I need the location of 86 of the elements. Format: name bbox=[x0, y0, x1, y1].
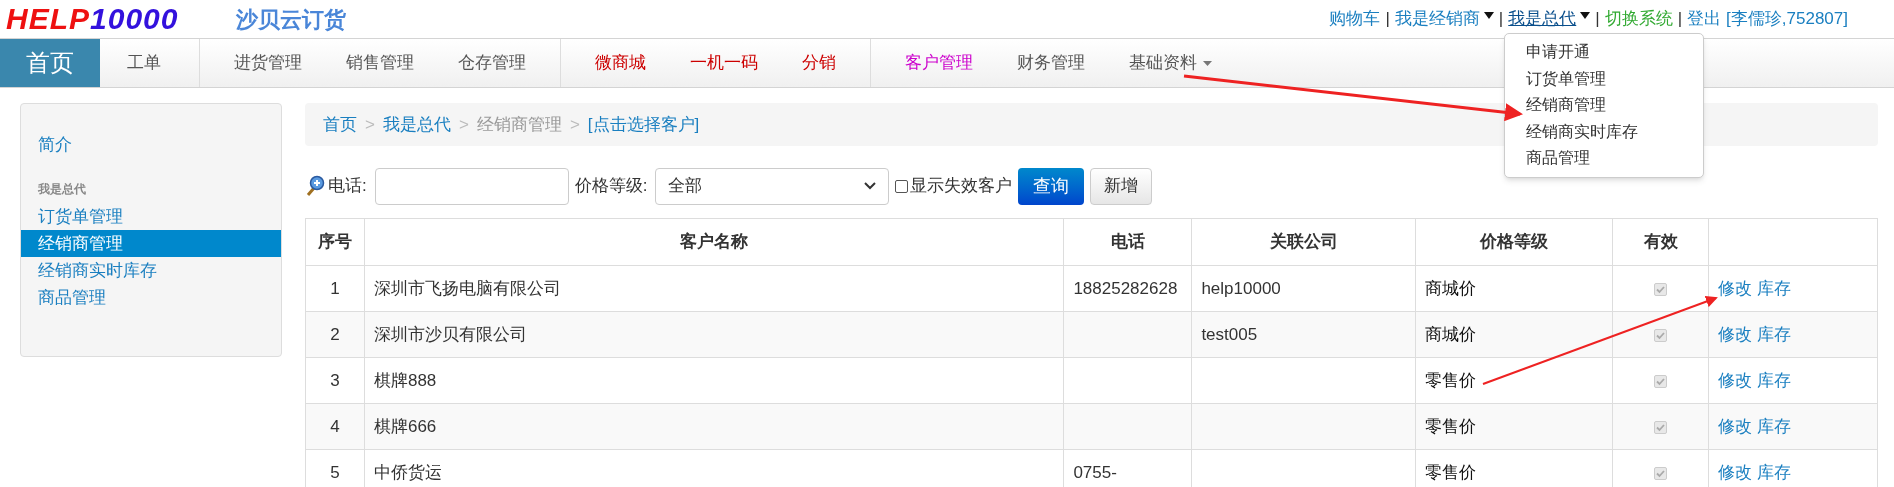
sidebar-item[interactable]: 商品管理 bbox=[21, 284, 281, 311]
table-cell: 棋牌666 bbox=[373, 416, 437, 436]
action-link[interactable]: 修改 bbox=[1718, 416, 1753, 436]
add-button[interactable]: 新增 bbox=[1090, 167, 1153, 205]
nav-tab[interactable]: 财务管理 bbox=[995, 39, 1107, 87]
checkbox-label: 显示失效客户 bbox=[910, 175, 1013, 198]
action-link[interactable]: 修改 bbox=[1718, 462, 1753, 482]
separator: | bbox=[1498, 8, 1504, 31]
action-link[interactable]: 修改 bbox=[1718, 278, 1753, 298]
separator: | bbox=[1385, 8, 1390, 31]
menu-item[interactable]: 商品管理 bbox=[1505, 145, 1703, 172]
nav-tab[interactable]: 仓存管理 bbox=[436, 39, 548, 87]
separator: | bbox=[1677, 8, 1683, 31]
field-label: 电话: bbox=[328, 175, 367, 198]
separator: > bbox=[458, 113, 469, 136]
logo: HELP10000 bbox=[6, 4, 180, 34]
breadcrumb-link[interactable]: 我是总代 bbox=[382, 111, 451, 138]
sidebar-item[interactable]: 经销商管理 bbox=[21, 230, 281, 257]
column-header: 有效 bbox=[1612, 218, 1709, 266]
menu-item[interactable]: 经销商实时库存 bbox=[1505, 118, 1703, 145]
separator: > bbox=[569, 113, 580, 136]
separator: | bbox=[1595, 8, 1600, 31]
nav-tab[interactable]: 进货管理 bbox=[212, 39, 324, 87]
breadcrumb-current: 经销商管理 bbox=[476, 113, 562, 136]
user-info: [李儒珍,752807] bbox=[1726, 8, 1848, 31]
caret-icon bbox=[1580, 11, 1591, 20]
search-icon bbox=[305, 175, 325, 197]
column-header: 价格等级 bbox=[1415, 218, 1613, 266]
action-link[interactable]: 库存 bbox=[1757, 416, 1792, 436]
nav-tab[interactable]: 客户管理 bbox=[883, 39, 995, 87]
separator: > bbox=[365, 113, 375, 136]
price-level-select[interactable]: 全部 bbox=[655, 167, 890, 205]
caret-icon bbox=[1483, 11, 1494, 20]
table-cell: 商城价 bbox=[1415, 311, 1613, 358]
checkbox[interactable] bbox=[895, 179, 909, 193]
table-cell: 4 bbox=[305, 403, 365, 450]
query-button[interactable]: 查询 bbox=[1018, 167, 1085, 205]
column-header: 关联公司 bbox=[1191, 218, 1416, 266]
chevron-icon bbox=[864, 182, 877, 190]
action-link[interactable]: 库存 bbox=[1757, 278, 1792, 298]
table-cell: 零售价 bbox=[1415, 403, 1613, 450]
action-link[interactable]: 修改 bbox=[1718, 324, 1753, 344]
sidebar-link[interactable]: 简介 bbox=[21, 132, 281, 160]
menu-item[interactable]: 申请开通 bbox=[1505, 39, 1703, 66]
nav-tab[interactable]: 一机一码 bbox=[668, 39, 780, 87]
nav-tab[interactable]: 首页 bbox=[0, 39, 100, 87]
table-cell: 商城价 bbox=[1415, 265, 1613, 312]
sidebar-item[interactable]: 经销商实时库存 bbox=[21, 257, 281, 284]
nav-tab[interactable]: 工单 bbox=[100, 39, 187, 87]
menu-item[interactable]: 订货单管理 bbox=[1505, 65, 1703, 92]
table-cell: 3 bbox=[305, 357, 365, 404]
column-header: 序号 bbox=[305, 218, 365, 266]
sidebar-item[interactable]: 订货单管理 bbox=[21, 203, 281, 230]
table-cell: 棋牌888 bbox=[373, 370, 437, 390]
breadcrumb-link[interactable]: [点击选择客户] bbox=[587, 111, 700, 138]
table-cell: 18825282628 bbox=[1073, 278, 1178, 298]
table-cell: 中侨货运 bbox=[373, 462, 442, 482]
nav-tab[interactable]: 微商城 bbox=[573, 39, 668, 87]
table-cell: 深圳市飞扬电脑有限公司 bbox=[373, 278, 561, 298]
phone-input-field[interactable] bbox=[374, 167, 569, 205]
table-cell: 5 bbox=[305, 449, 365, 487]
top-link[interactable]: 登出 bbox=[1687, 6, 1722, 32]
section-heading: 我是总代 bbox=[37, 181, 87, 198]
dropdown-link[interactable]: 我是经销商 bbox=[1394, 6, 1494, 32]
action-link[interactable]: 库存 bbox=[1757, 462, 1792, 482]
table-cell: test005 bbox=[1201, 324, 1258, 344]
table-cell: help10000 bbox=[1201, 278, 1281, 298]
breadcrumb-link[interactable]: 首页 bbox=[323, 111, 357, 138]
field-label: 价格等级: bbox=[574, 175, 648, 198]
table-cell: 1 bbox=[305, 265, 365, 312]
nav-tab[interactable]: 销售管理 bbox=[324, 39, 436, 87]
table-cell: 零售价 bbox=[1415, 357, 1613, 404]
table-cell: 0755- bbox=[1073, 462, 1117, 482]
action-link[interactable]: 库存 bbox=[1757, 370, 1792, 390]
column-header: 电话 bbox=[1063, 218, 1192, 266]
nav-tab[interactable]: 分销 bbox=[780, 39, 858, 87]
column-header: 客户名称 bbox=[364, 218, 1064, 266]
switch-system-link[interactable]: 切换系统 bbox=[1604, 6, 1673, 32]
action-link[interactable]: 库存 bbox=[1757, 324, 1792, 344]
nav-tab[interactable]: 基础资料 bbox=[1107, 39, 1234, 87]
top-link[interactable]: 购物车 bbox=[1329, 6, 1381, 32]
table-cell: 深圳市沙贝有限公司 bbox=[373, 324, 527, 344]
table-cell: 2 bbox=[305, 311, 365, 358]
menu-item[interactable]: 经销商管理 bbox=[1505, 92, 1703, 119]
app-title: 沙贝云订货 bbox=[236, 5, 346, 34]
action-link[interactable]: 修改 bbox=[1718, 370, 1753, 390]
